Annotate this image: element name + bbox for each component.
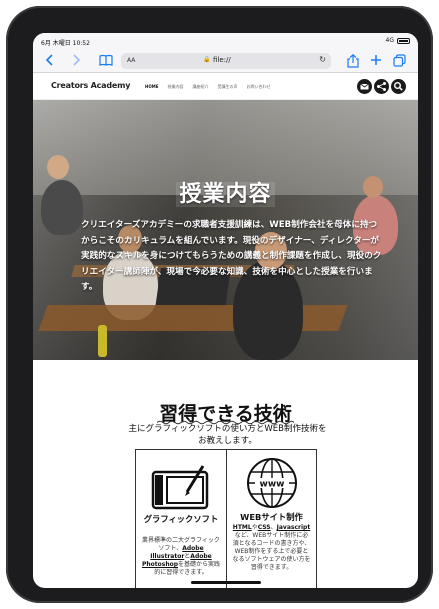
bookmarks-icon[interactable]	[99, 54, 113, 68]
nav-link-voices[interactable]: 受講生の声	[217, 84, 237, 90]
skills-cards: グラフィックソフト 業界標準の二大グラフィックソフト、Adobe Illustr…	[135, 449, 317, 588]
skill-card-body: HTMLやCSS、Javascriptなど、WEBサイト制作に必須となるコードの…	[232, 524, 311, 572]
new-tab-icon[interactable]	[369, 54, 383, 68]
site-logo[interactable]: Creators Academy	[51, 81, 130, 90]
tabs-icon[interactable]	[392, 54, 406, 68]
skill-card-em: CSS	[257, 524, 271, 531]
address-bar[interactable]: AA 🔒 file:// ↻	[121, 53, 331, 69]
signal-label: 4G	[385, 37, 394, 44]
skill-card-em: Javascript	[276, 524, 311, 531]
skill-card-title: グラフィックソフト	[143, 514, 219, 524]
skills-subtitle: 主にグラフィックソフトの使い方とWEB制作技術をお教えします。	[128, 424, 327, 446]
svg-text:www: www	[259, 480, 284, 490]
nav-link-courses[interactable]: 授業内容	[167, 84, 183, 90]
status-time: 6月 木曜日 10:52	[41, 40, 90, 47]
battery-icon	[397, 37, 410, 44]
skill-card-title: WEBサイト制作	[240, 512, 303, 522]
skill-card-text: など、WEBサイト制作に必須となるコードの書き方や、WEB制作をする上で必要とな…	[232, 532, 311, 571]
home-indicator[interactable]	[191, 581, 261, 584]
share-icon[interactable]	[346, 53, 360, 68]
graphics-tablet-icon	[151, 465, 209, 510]
nav-link-home[interactable]: HOME	[145, 84, 158, 90]
hero-section: 授業内容 クリエイターズアカデミーの求職者支援訓練は、WEB制作会社を母体に持つ…	[33, 100, 418, 360]
hero-description: クリエイターズアカデミーの求職者支援訓練は、WEB制作会社を母体に持つからこその…	[81, 220, 382, 292]
nav-link-programs[interactable]: 講座紹介	[192, 84, 208, 90]
back-icon[interactable]	[43, 54, 57, 68]
address-text: file://	[213, 56, 231, 64]
share-circle-icon[interactable]	[374, 79, 389, 94]
skill-card-web: www WEBサイト制作 HTMLやCSS、Javascriptなど、WEBサイ…	[226, 450, 316, 588]
hero-photo-bottle	[98, 325, 107, 357]
site-header: Creators Academy HOME 授業内容 講座紹介 受講生の声 お問…	[33, 73, 418, 100]
globe-www-icon: www	[246, 458, 297, 508]
lock-icon: 🔒	[203, 56, 211, 63]
header-icon-buttons	[357, 79, 406, 94]
ipad-frame: 6月 木曜日 10:52 4G AA 🔒 file:// ↻ Creators …	[6, 6, 433, 603]
skill-card-text: 業界標準の二大グラフィックソフト、	[142, 537, 220, 552]
hero-title-wrap: 授業内容	[33, 176, 418, 208]
skill-card-body: 業界標準の二大グラフィックソフト、Adobe IllustratorとAdobe…	[141, 537, 221, 577]
reload-icon[interactable]: ↻	[319, 55, 326, 64]
text-size-button[interactable]: AA	[127, 57, 135, 64]
browser-toolbar: AA 🔒 file:// ↻	[33, 49, 418, 73]
screen: 6月 木曜日 10:52 4G AA 🔒 file:// ↻ Creators …	[33, 33, 418, 588]
status-bar: 6月 木曜日 10:52 4G	[33, 33, 418, 49]
skill-card-em: HTML	[232, 524, 252, 531]
hero-title: 授業内容	[176, 182, 275, 207]
nav-link-contact[interactable]: お問い合わせ	[246, 84, 270, 90]
site-nav-links: HOME 授業内容 講座紹介 受講生の声 お問い合わせ	[145, 84, 270, 90]
forward-icon[interactable]	[69, 54, 83, 68]
mail-icon[interactable]	[357, 79, 372, 94]
skill-card-graphics: グラフィックソフト 業界標準の二大グラフィックソフト、Adobe Illustr…	[136, 450, 226, 588]
status-right: 4G	[386, 37, 410, 44]
search-icon[interactable]	[391, 79, 406, 94]
